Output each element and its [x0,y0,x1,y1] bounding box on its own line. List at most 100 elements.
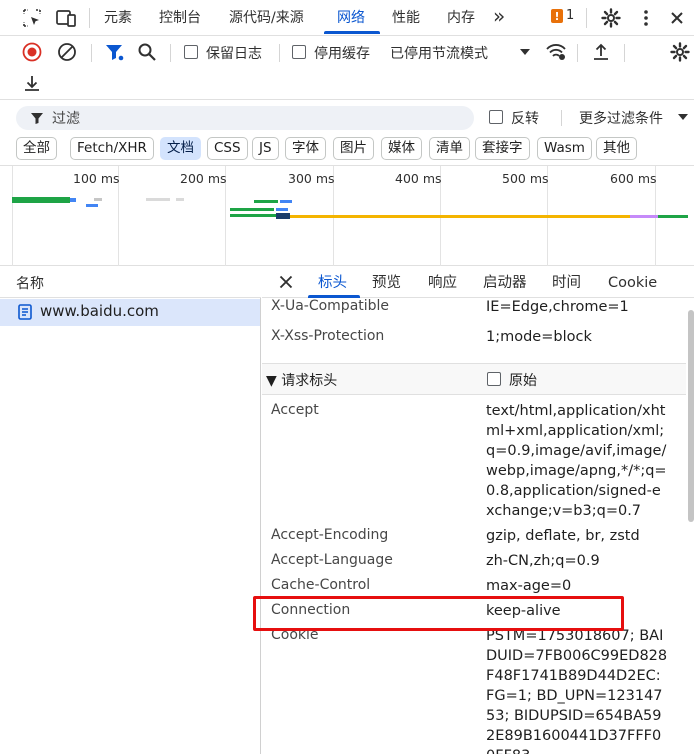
tab-response[interactable]: 响应 [428,266,457,298]
timeline-tick-label: 100 ms [73,171,120,186]
timeline-tick-label: 300 ms [288,171,335,186]
tab-memory[interactable]: 内存 [447,0,475,36]
throttle-select[interactable]: 已停用节流模式 [390,43,488,63]
settings-gear-icon[interactable] [599,6,623,30]
warning-count[interactable]: 1 [566,8,574,23]
more-options-icon[interactable] [634,6,658,30]
chip-all[interactable]: 全部 [16,137,57,160]
timeline-bar [70,198,76,202]
request-list [0,266,261,754]
warning-icon[interactable]: ! [551,9,563,23]
preserve-log-label: 保留日志 [206,46,262,62]
chip-websocket[interactable]: 套接字 [475,137,530,160]
timeline-tick-label: 600 ms [610,171,657,186]
timeline-tick-label: 500 ms [502,171,549,186]
more-filters-dropdown[interactable]: 更多过滤条件 [579,108,663,128]
preserve-log-checkbox[interactable] [184,45,198,59]
chevron-down-icon[interactable] [520,49,530,55]
tab-console[interactable]: 控制台 [159,0,201,36]
network-conditions-icon[interactable] [545,41,567,63]
header-value: IE=Edge,chrome=1 [486,299,629,315]
inspect-element-icon[interactable] [20,6,44,30]
divider [561,110,562,126]
filter-funnel-icon[interactable] [103,41,125,63]
raw-headers-checkbox[interactable] [487,372,501,386]
chip-js[interactable]: JS [252,137,279,160]
chip-wasm[interactable]: Wasm [537,137,592,160]
timeline-tick-label: 400 ms [395,171,442,186]
chip-font[interactable]: 字体 [285,137,326,160]
active-tab-indicator [324,31,380,34]
clear-icon[interactable] [56,41,78,63]
invert-checkbox[interactable] [489,110,503,124]
chevron-down-icon[interactable] [678,114,688,120]
timeline-bar [94,198,102,201]
detail-tab-bar: 标头 预览 响应 启动器 时间 Cookie [262,266,694,298]
header-value: 1;mode=block [486,329,592,345]
tab-timing[interactable]: 时间 [552,266,581,298]
header-value: text/html,application/xhtml+xml,applicat… [486,403,667,519]
disable-cache-label: 停用缓存 [314,46,370,62]
header-name: Accept-Encoding [271,527,389,543]
record-stop-icon[interactable] [21,41,43,63]
chip-fetch-xhr[interactable]: Fetch/XHR [70,137,154,160]
header-name: X-Ua-Compatible [271,298,390,314]
devtools-tab-bar: 元素 控制台 源代码/来源 网络 性能 内存 » ! 1 [0,0,694,36]
more-tabs-icon[interactable]: » [493,0,505,34]
divider [279,44,280,62]
divider [577,44,578,62]
timeline-bar [280,200,292,203]
close-icon[interactable] [665,6,689,30]
export-har-icon[interactable] [21,72,43,94]
chip-media[interactable]: 媒体 [381,137,422,160]
raw-headers-label: 原始 [509,373,537,389]
timeline-bar [230,208,274,211]
divider [91,44,92,62]
name-column-label: 名称 [16,276,44,292]
filter-funnel-icon [30,111,44,129]
divider [586,8,587,28]
timeline-bar [146,198,170,201]
tab-preview[interactable]: 预览 [372,266,401,298]
timeline-bar [230,214,280,217]
timeline-bar [176,198,184,201]
request-headers-section[interactable]: ▼ 请求标头 原始 [262,363,686,395]
search-icon[interactable] [136,41,158,63]
request-headers-title: ▼ 请求标头 [266,373,338,389]
name-column-header[interactable]: 名称 [0,266,261,298]
timeline-gridline [12,166,13,267]
import-har-icon[interactable] [590,41,612,63]
chip-css[interactable]: CSS [207,137,248,160]
timeline-bar [276,213,290,219]
tab-cookies[interactable]: Cookie [608,266,657,298]
network-settings-gear-icon[interactable] [669,41,691,63]
chip-document[interactable]: 文档 [160,137,201,160]
scrollbar-thumb[interactable] [688,310,694,522]
chip-manifest[interactable]: 清单 [429,137,470,160]
header-name: Accept-Language [271,552,393,568]
tab-sources[interactable]: 源代码/来源 [229,0,304,36]
tab-headers[interactable]: 标头 [318,266,347,298]
disable-cache-checkbox[interactable] [292,45,306,59]
chip-image[interactable]: 图片 [333,137,374,160]
divider [624,44,625,62]
divider [89,8,90,28]
document-icon [18,304,32,324]
tab-initiator[interactable]: 启动器 [483,266,527,298]
timeline-bar [658,215,688,218]
header-value: gzip, deflate, br, zstd [486,528,640,544]
filter-input[interactable]: 过滤 [16,106,474,130]
tab-performance[interactable]: 性能 [392,0,420,36]
tab-elements[interactable]: 元素 [104,0,132,36]
request-row[interactable]: www.baidu.com [0,299,260,326]
request-name: www.baidu.com [40,302,159,320]
header-value: max-age=0 [486,578,572,594]
close-detail-icon[interactable] [279,275,293,293]
chip-other[interactable]: 其他 [596,137,637,160]
invert-label: 反转 [511,111,539,127]
header-value: PSTM=1753018607; BAIDUID=7FB006C99ED828F… [486,628,668,754]
timeline-bar [276,208,288,211]
timeline-overview[interactable]: 100 ms 200 ms 300 ms 400 ms 500 ms 600 m… [0,165,694,267]
timeline-bar [630,215,658,218]
device-toolbar-icon[interactable] [54,6,78,30]
